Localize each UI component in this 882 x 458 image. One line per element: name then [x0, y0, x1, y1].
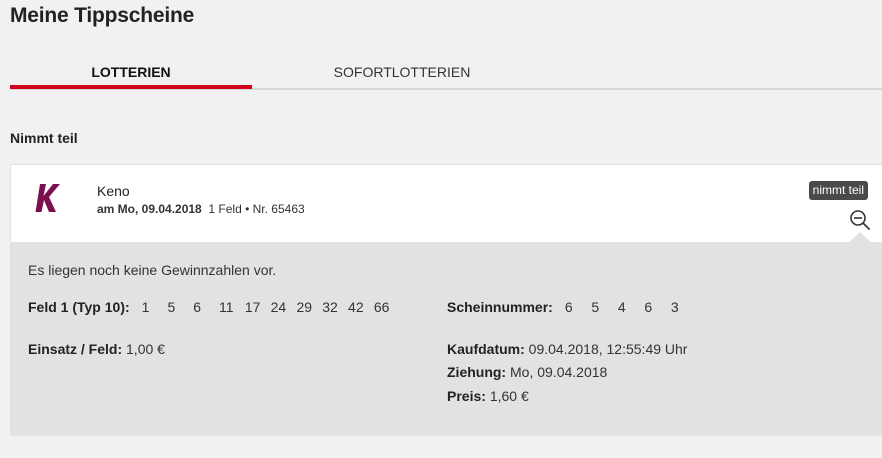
price-label: Preis:: [447, 388, 486, 404]
ticket-number-digit: 6: [644, 299, 653, 315]
field-number: 1: [141, 299, 150, 315]
keno-logo-icon: [35, 184, 60, 212]
tab-lotterien-label: LOTTERIEN: [91, 64, 171, 80]
section-heading: Nimmt teil: [10, 130, 78, 146]
stake-row: Einsatz / Feld: 1,00 €: [28, 341, 165, 357]
purchase-date-value: 09.04.2018, 12:55:49 Uhr: [528, 341, 688, 357]
purchase-date-row: Kaufdatum: 09.04.2018, 12:55:49 Uhr: [447, 341, 687, 357]
field-number: 17: [244, 299, 261, 315]
field-number: 29: [296, 299, 313, 315]
ticket-info: 1 Feld • Nr. 65463: [208, 202, 305, 216]
ticket-meta: am Mo, 09.04.2018 1 Feld • Nr. 65463: [97, 202, 305, 216]
ticket-number-digit: 6: [564, 299, 573, 315]
page-title: Meine Tippscheine: [10, 4, 195, 27]
draw-label: Ziehung:: [447, 364, 507, 380]
draw-row: Ziehung: Mo, 09.04.2018: [447, 364, 607, 380]
price-row: Preis: 1,60 €: [447, 388, 529, 404]
ticket-number-digit: 5: [591, 299, 600, 315]
tab-lotterien[interactable]: LOTTERIEN: [10, 56, 252, 89]
ticket-number-digits: 6 5 4 6 3: [565, 299, 698, 315]
field-number: 42: [348, 299, 364, 315]
details-pointer: [849, 232, 871, 242]
purchase-date-label: Kaufdatum:: [447, 341, 525, 357]
no-winning-numbers-notice: Es liegen noch keine Gewinnzahlen vor.: [28, 262, 277, 278]
field-numbers: 1 5 6 11 17 24 29 32 42 66: [142, 299, 400, 315]
ticket-number-digit: 4: [617, 299, 626, 315]
active-tab-indicator: [10, 85, 252, 89]
tab-sofortlotterien[interactable]: SOFORTLOTTERIEN: [252, 56, 552, 86]
stake-label: Einsatz / Feld:: [28, 341, 123, 357]
status-badge: nimmt teil: [808, 181, 868, 200]
ticket-number-label: Scheinnummer:: [447, 299, 553, 315]
field-number: 24: [270, 299, 287, 315]
field-number: 6: [193, 299, 202, 315]
ticket-number-digit: 3: [670, 299, 679, 315]
field-number: 32: [322, 299, 338, 315]
draw-value: Mo, 09.04.2018: [510, 364, 608, 380]
ticket-date: am Mo, 09.04.2018: [97, 202, 202, 216]
field-number: 5: [167, 299, 176, 315]
field-number: 11: [219, 299, 234, 315]
ticket-card[interactable]: Keno am Mo, 09.04.2018 1 Feld • Nr. 6546…: [10, 164, 882, 436]
field-row: Feld 1 (Typ 10): 1 5 6 11 17 24 29 32 42…: [28, 299, 400, 315]
ticket-details: Es liegen noch keine Gewinnzahlen vor. F…: [11, 232, 882, 435]
game-name: Keno: [97, 183, 130, 199]
zoom-out-icon[interactable]: [849, 209, 871, 231]
stake-value: 1,00 €: [126, 341, 165, 357]
price-value: 1,60 €: [489, 388, 529, 404]
ticket-header[interactable]: Keno am Mo, 09.04.2018 1 Feld • Nr. 6546…: [11, 165, 882, 242]
field-label: Feld 1 (Typ 10):: [28, 299, 130, 315]
field-number: 66: [373, 299, 390, 315]
tab-bar: LOTTERIEN SOFORTLOTTERIEN: [10, 56, 882, 90]
tab-sofortlotterien-label: SOFORTLOTTERIEN: [333, 64, 471, 80]
ticket-number-row: Scheinnummer: 6 5 4 6 3: [447, 299, 697, 315]
